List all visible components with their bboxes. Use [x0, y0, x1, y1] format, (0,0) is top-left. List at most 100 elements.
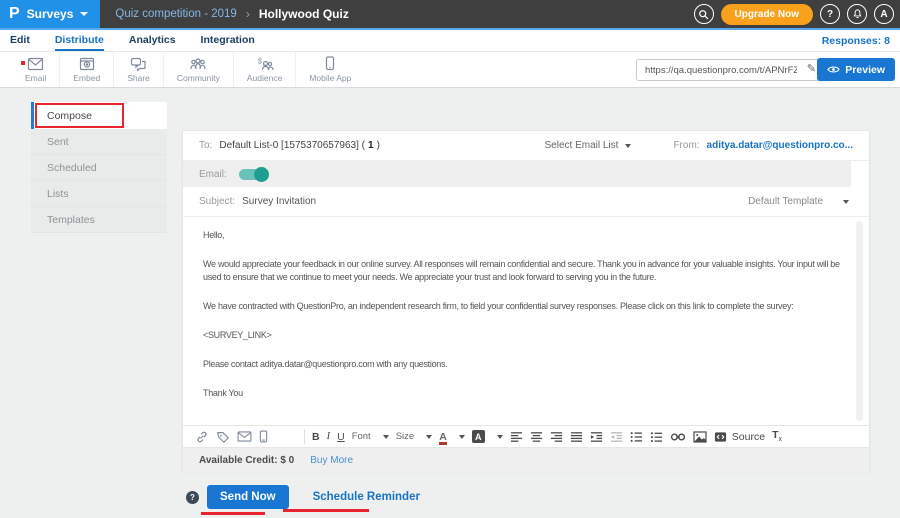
- channel-email[interactable]: Email: [12, 52, 60, 87]
- align-left-icon[interactable]: [510, 431, 523, 443]
- remove-format-x: x: [778, 437, 782, 444]
- body-paragraph: Hello,: [203, 229, 841, 242]
- to-list-value[interactable]: Default List-0 [1575370657963] (1): [219, 140, 380, 151]
- sidebar-item-lists[interactable]: Lists: [31, 181, 167, 207]
- tab-edit[interactable]: Edit: [10, 30, 30, 51]
- svg-text:$: $: [258, 58, 262, 65]
- insert-image-icon[interactable]: [693, 431, 707, 443]
- tab-integration[interactable]: Integration: [201, 30, 255, 51]
- preview-button-label: Preview: [845, 64, 885, 76]
- indent-decrease-icon: [610, 431, 623, 443]
- audience-icon: $: [256, 57, 274, 71]
- subject-value[interactable]: Survey Invitation: [242, 196, 316, 207]
- sidebar-item-label: Lists: [47, 188, 69, 200]
- to-label: To:: [199, 140, 212, 151]
- search-icon: [698, 9, 709, 20]
- preview-button[interactable]: Preview: [817, 58, 895, 81]
- from-label: From:: [673, 140, 699, 151]
- body-paragraph: Thank You: [203, 387, 841, 400]
- send-actions: ? Send Now Schedule Reminder: [186, 485, 420, 509]
- channel-community[interactable]: Community: [164, 52, 234, 87]
- community-icon: [189, 57, 207, 71]
- chevron-down-icon: [843, 200, 849, 204]
- align-justify-icon[interactable]: [570, 431, 583, 443]
- toolbar-divider: [304, 429, 305, 444]
- send-help-icon[interactable]: ?: [186, 491, 199, 504]
- insert-survey-link-icon[interactable]: [195, 430, 209, 444]
- search-button[interactable]: [694, 4, 714, 24]
- breadcrumb-parent[interactable]: Quiz competition - 2019: [115, 8, 236, 20]
- buy-more-link[interactable]: Buy More: [310, 455, 353, 466]
- tab-analytics[interactable]: Analytics: [129, 30, 176, 51]
- editor-scrollbar[interactable]: [856, 221, 863, 421]
- sidebar-item-compose[interactable]: Compose: [31, 102, 167, 129]
- email-toggle-row: Email:: [183, 161, 851, 187]
- bold-button[interactable]: B: [312, 431, 320, 443]
- channel-share[interactable]: Share: [114, 52, 164, 87]
- notifications-button[interactable]: [847, 4, 867, 24]
- eye-icon: [827, 65, 840, 74]
- sidebar-item-sent[interactable]: Sent: [31, 129, 167, 155]
- remove-format-button[interactable]: Tx: [772, 429, 782, 443]
- underline-button[interactable]: U: [337, 431, 345, 443]
- indent-increase-icon[interactable]: [590, 431, 603, 443]
- align-center-icon[interactable]: [530, 431, 543, 443]
- channel-embed[interactable]: Embed: [60, 52, 114, 87]
- to-recipient-count: 1: [368, 140, 374, 151]
- bullet-list-icon[interactable]: [630, 431, 643, 443]
- credit-footer-row: Available Credit: $ 0 Buy More: [183, 447, 869, 473]
- link-icon[interactable]: [670, 432, 686, 442]
- select-email-list-label: Select Email List: [545, 140, 619, 151]
- sidebar-item-label: Scheduled: [47, 162, 97, 174]
- breadcrumb-separator-icon: ›: [246, 7, 250, 21]
- recipient-row-right: Select Email List From: aditya.datar@que…: [545, 140, 853, 151]
- select-email-list-dropdown[interactable]: Select Email List: [545, 140, 632, 151]
- help-button[interactable]: ?: [820, 4, 840, 24]
- surveys-menu[interactable]: P Surveys: [0, 0, 100, 28]
- channel-audience[interactable]: $ Audience: [234, 52, 296, 87]
- italic-button[interactable]: I: [327, 431, 331, 442]
- template-dropdown[interactable]: Default Template: [748, 196, 853, 207]
- schedule-reminder-link[interactable]: Schedule Reminder: [313, 491, 420, 503]
- align-right-icon[interactable]: [550, 431, 563, 443]
- upgrade-now-button[interactable]: Upgrade Now: [721, 4, 813, 25]
- avatar[interactable]: A: [874, 4, 894, 24]
- channel-label: Share: [127, 73, 150, 83]
- bg-color-dropdown[interactable]: A: [472, 430, 503, 443]
- sidebar-item-scheduled[interactable]: Scheduled: [31, 155, 167, 181]
- mobile-preview-icon[interactable]: [259, 430, 268, 443]
- edit-url-pencil-icon[interactable]: ✎: [807, 62, 816, 75]
- breadcrumb-current: Hollywood Quiz: [259, 7, 349, 21]
- channel-mobile-app[interactable]: Mobile App: [296, 52, 364, 87]
- from-group: From: aditya.datar@questionpro.co...: [673, 140, 853, 151]
- merge-tag-icon[interactable]: [216, 430, 230, 444]
- send-now-button[interactable]: Send Now: [207, 485, 289, 509]
- surveys-menu-label: Surveys: [27, 7, 74, 21]
- email-toggle-label: Email:: [199, 169, 227, 180]
- numbered-list-icon[interactable]: [650, 431, 663, 443]
- bg-color-icon: A: [472, 430, 485, 443]
- breadcrumb: Quiz competition - 2019 › Hollywood Quiz: [115, 7, 348, 21]
- from-email-value[interactable]: aditya.datar@questionpro.co...: [707, 140, 853, 151]
- email-toggle-switch[interactable]: [239, 169, 267, 180]
- responses-count[interactable]: Responses: 8: [822, 35, 890, 47]
- survey-url-input[interactable]: [636, 59, 822, 81]
- body-paragraph: We have contracted with QuestionPro, an …: [203, 300, 841, 313]
- source-button[interactable]: Source: [714, 431, 765, 443]
- email-body-editor[interactable]: Hello, We would appreciate your feedback…: [183, 217, 869, 425]
- chevron-down-icon: [459, 435, 465, 439]
- chevron-down-icon: [383, 435, 389, 439]
- font-dropdown-label: Font: [352, 431, 371, 442]
- text-color-dropdown[interactable]: A: [439, 432, 465, 442]
- toggle-knob: [254, 167, 269, 182]
- tab-distribute[interactable]: Distribute: [55, 30, 104, 51]
- size-dropdown[interactable]: Size: [396, 431, 432, 442]
- font-dropdown[interactable]: Font: [352, 431, 389, 442]
- sidebar-item-templates[interactable]: Templates: [31, 207, 167, 233]
- chevron-down-icon: [625, 144, 631, 148]
- compose-card: To: Default List-0 [1575370657963] (1) S…: [182, 130, 870, 472]
- share-icon: [130, 57, 147, 71]
- recipient-row: To: Default List-0 [1575370657963] (1) S…: [183, 131, 869, 161]
- test-email-icon[interactable]: [237, 431, 252, 442]
- distribute-channel-ribbon: Email Embed Share: [0, 52, 900, 88]
